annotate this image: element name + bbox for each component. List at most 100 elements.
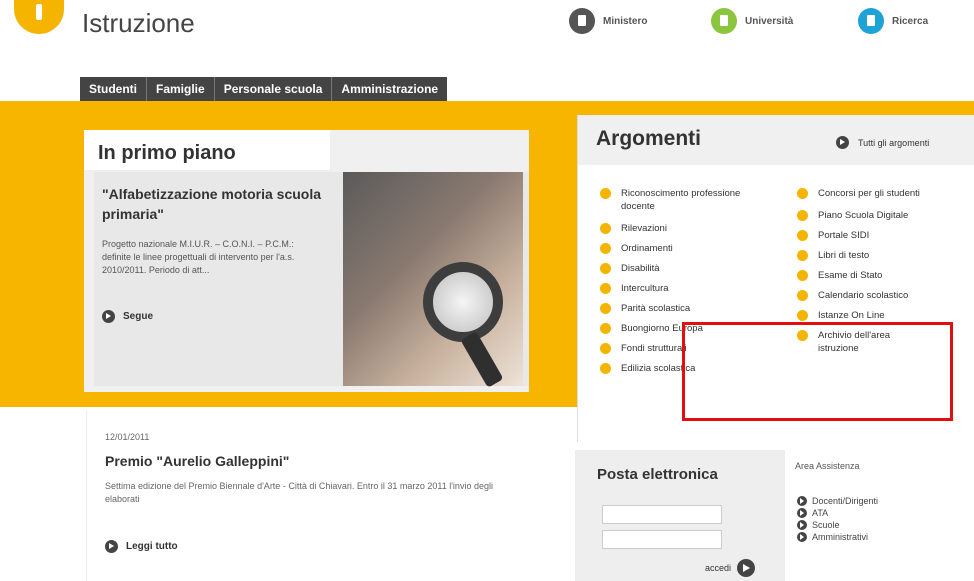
news-text: Settima edizione del Premio Biennale d'A… xyxy=(105,481,493,504)
primo-piano-text: Progetto nazionale M.I.U.R. – C.O.N.I. –… xyxy=(102,239,295,275)
child-magnifier-image[interactable] xyxy=(343,172,523,388)
argomento-item[interactable]: Calendario scolastico xyxy=(793,289,943,302)
argomento-item[interactable]: Concorsi per gli studenti xyxy=(793,187,943,200)
assistenza-label: Amministrativi xyxy=(812,532,869,542)
argomento-item[interactable]: Intercultura xyxy=(596,282,746,295)
argomento-item[interactable]: Portale SIDI xyxy=(793,229,943,242)
argomento-label: Rilevazioni xyxy=(621,223,667,234)
accedi-label: accedi xyxy=(705,563,732,573)
bullet-icon xyxy=(797,188,808,199)
tutti-argomenti-link[interactable]: Tutti gli argomenti xyxy=(836,136,929,149)
bullet-icon xyxy=(797,270,808,281)
arrow-right-icon xyxy=(102,310,115,323)
site-title[interactable]: Istruzione xyxy=(82,8,195,39)
arrow-right-icon xyxy=(737,559,756,577)
username-input[interactable] xyxy=(602,505,722,524)
tab-famiglie[interactable]: Famiglie xyxy=(147,77,215,101)
highlight-annotation-box xyxy=(682,322,953,421)
top-link-universita[interactable]: Università xyxy=(711,8,793,34)
argomento-label: Portale SIDI xyxy=(818,230,870,241)
bullet-icon xyxy=(600,323,611,334)
bullet-icon xyxy=(600,243,611,254)
bullet-icon xyxy=(797,210,808,221)
bullet-icon xyxy=(600,263,611,274)
assistenza-label: Scuole xyxy=(812,520,840,530)
site-logo-icon[interactable] xyxy=(14,0,64,34)
bullet-icon xyxy=(600,283,611,294)
tab-amministrazione[interactable]: Amministrazione xyxy=(332,77,447,101)
bullet-icon xyxy=(797,230,808,241)
arrow-right-icon xyxy=(797,532,807,542)
argomento-label: Concorsi per gli studenti xyxy=(818,188,920,199)
argomenti-header: Argomenti Tutti gli argomenti xyxy=(578,115,974,165)
news-title[interactable]: Premio "Aurelio Galleppini" xyxy=(105,453,289,469)
argomento-item[interactable]: Ordinamenti xyxy=(596,242,746,255)
argomento-item[interactable]: Parità scolastica xyxy=(596,302,746,315)
bullet-icon xyxy=(600,363,611,374)
leggi-tutto-label: Leggi tutto xyxy=(126,541,178,552)
argomento-item[interactable]: Esame di Stato xyxy=(793,269,943,282)
top-link-ministero[interactable]: Ministero xyxy=(569,8,647,34)
bullet-icon xyxy=(797,250,808,261)
assistenza-link-amministrativi[interactable]: Amministrativi xyxy=(797,531,878,543)
posta-title: Posta elettronica xyxy=(597,466,718,483)
argomento-item[interactable]: Piano Scuola Digitale xyxy=(793,209,943,222)
argomento-label: Libri di testo xyxy=(818,250,870,261)
password-input[interactable] xyxy=(602,530,722,549)
arrow-right-icon xyxy=(797,496,807,506)
main-nav: Studenti Famiglie Personale scuola Ammin… xyxy=(80,77,448,101)
argomento-label: Intercultura xyxy=(621,283,669,294)
news-date: 12/01/2011 xyxy=(105,432,150,442)
posta-elettronica-panel: Posta elettronica accedi xyxy=(575,450,785,581)
argomento-label: Disabilità xyxy=(621,263,660,274)
leggi-tutto-link[interactable]: Leggi tutto xyxy=(105,540,178,553)
argomento-item[interactable]: Libri di testo xyxy=(793,249,943,262)
argomento-label: Fondi strutturali xyxy=(621,343,687,354)
assistenza-title: Area Assistenza xyxy=(795,461,860,471)
ricerca-icon xyxy=(858,8,884,34)
argomento-label: Piano Scuola Digitale xyxy=(818,210,909,221)
assistenza-link-docenti[interactable]: Docenti/Dirigenti xyxy=(797,495,878,507)
assistenza-link-scuole[interactable]: Scuole xyxy=(797,519,878,531)
top-link-label: Ministero xyxy=(603,15,648,27)
assistenza-label: ATA xyxy=(812,508,829,518)
segue-label: Segue xyxy=(123,311,154,322)
arrow-right-icon xyxy=(797,520,807,530)
universita-icon xyxy=(711,8,737,34)
argomento-label: Parità scolastica xyxy=(621,303,691,314)
tab-studenti[interactable]: Studenti xyxy=(80,77,147,101)
segue-link[interactable]: Segue xyxy=(102,310,153,323)
news-item: 12/01/2011 Premio "Aurelio Galleppini" S… xyxy=(86,410,529,581)
magnifier-icon xyxy=(423,262,503,342)
primo-piano-heading: In primo piano xyxy=(84,130,330,170)
argomento-label: Riconoscimento professione docente xyxy=(621,188,741,212)
bullet-icon xyxy=(600,303,611,314)
arrow-right-icon xyxy=(105,540,118,553)
top-link-ricerca[interactable]: Ricerca xyxy=(858,8,928,34)
argomento-item[interactable]: Istanze On Line xyxy=(793,309,943,322)
top-link-label: Università xyxy=(745,15,794,27)
argomento-label: Ordinamenti xyxy=(621,243,673,254)
arrow-right-icon xyxy=(797,508,807,518)
bullet-icon xyxy=(600,223,611,234)
page: Istruzione Ministero Università Ricerca … xyxy=(0,0,974,581)
ministero-icon xyxy=(569,8,595,34)
primo-piano-title[interactable]: "Alfabetizzazione motoria scuola primari… xyxy=(102,184,322,224)
argomento-item[interactable]: Riconoscimento professione docente xyxy=(596,187,746,213)
tutti-argomenti-label: Tutti gli argomenti xyxy=(858,137,930,148)
argomento-item[interactable]: Rilevazioni xyxy=(596,222,746,235)
argomento-label: Calendario scolastico xyxy=(818,290,909,301)
accedi-button[interactable]: accedi xyxy=(705,559,756,577)
assistenza-list: Docenti/Dirigenti ATA Scuole Amministrat… xyxy=(797,495,878,543)
bullet-icon xyxy=(797,290,808,301)
bullet-icon xyxy=(600,188,611,199)
argomenti-title: Argomenti xyxy=(596,127,701,150)
argomento-label: Istanze On Line xyxy=(818,310,885,321)
arrow-right-icon xyxy=(836,136,849,149)
primo-piano-panel: In primo piano "Alfabetizzazione motoria… xyxy=(84,130,529,392)
primo-piano-body: "Alfabetizzazione motoria scuola primari… xyxy=(94,172,529,388)
top-link-label: Ricerca xyxy=(892,15,929,27)
tab-personale-scuola[interactable]: Personale scuola xyxy=(215,77,333,101)
argomento-item[interactable]: Disabilità xyxy=(596,262,746,275)
assistenza-link-ata[interactable]: ATA xyxy=(797,507,878,519)
